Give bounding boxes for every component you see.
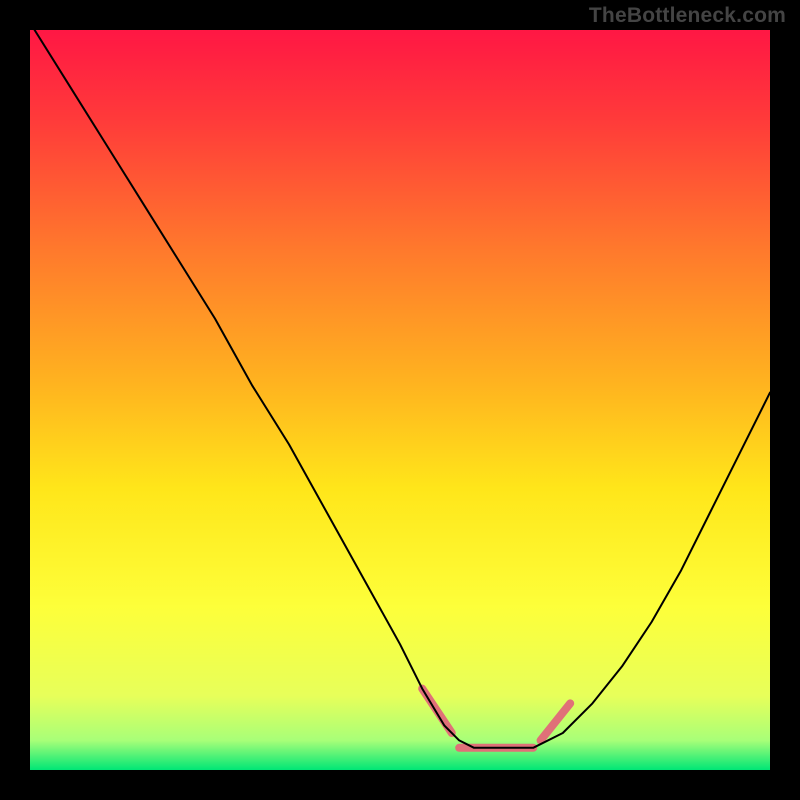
plot-background <box>30 30 770 770</box>
chart-frame: TheBottleneck.com <box>0 0 800 800</box>
watermark-text: TheBottleneck.com <box>589 4 786 28</box>
bottleneck-chart <box>0 0 800 800</box>
